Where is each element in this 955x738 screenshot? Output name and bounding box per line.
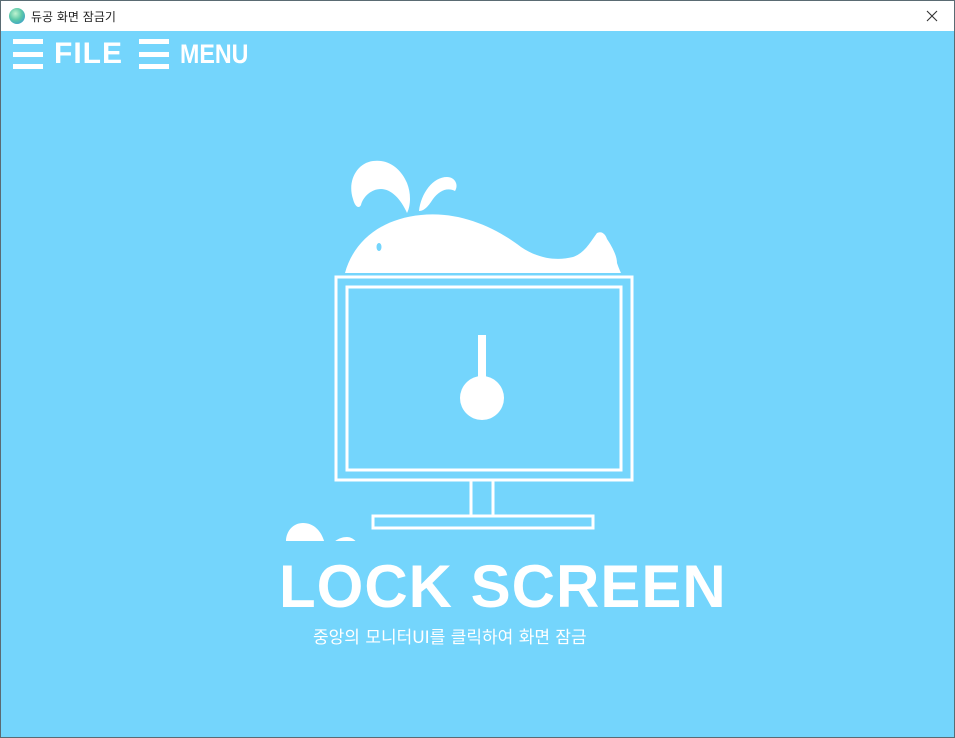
lock-monitor-button[interactable] [271, 151, 741, 557]
lock-screen-instruction: 중앙의 모니터UI를 클릭하여 화면 잠금 [313, 628, 587, 648]
whale-eye [376, 243, 382, 251]
lock-screen-title: LOCK SCREEN [279, 553, 727, 620]
app-window: 듀공 화면 잠금기 FILE MENU LOCK SCREEN 중앙의 모니터U… [0, 0, 955, 738]
hamburger-icon [13, 39, 43, 69]
keyhole-icon [460, 335, 504, 420]
hamburger-icon [139, 39, 169, 69]
water-splash-icon [351, 160, 457, 213]
main-menu-button[interactable]: MENU [139, 39, 260, 69]
close-button[interactable] [910, 1, 954, 31]
close-icon [926, 10, 938, 22]
window-title: 듀공 화면 잠금기 [31, 9, 116, 24]
whale-icon [345, 214, 621, 273]
top-menu: FILE MENU [13, 39, 276, 69]
water-splash-icon [285, 523, 359, 557]
file-menu-button[interactable]: FILE [13, 39, 123, 69]
file-menu-label: FILE [54, 37, 123, 70]
title-bar: 듀공 화면 잠금기 [1, 1, 954, 31]
monitor-artwork [285, 160, 634, 557]
globe-app-icon [9, 8, 25, 24]
main-menu-label: MENU [180, 39, 249, 69]
